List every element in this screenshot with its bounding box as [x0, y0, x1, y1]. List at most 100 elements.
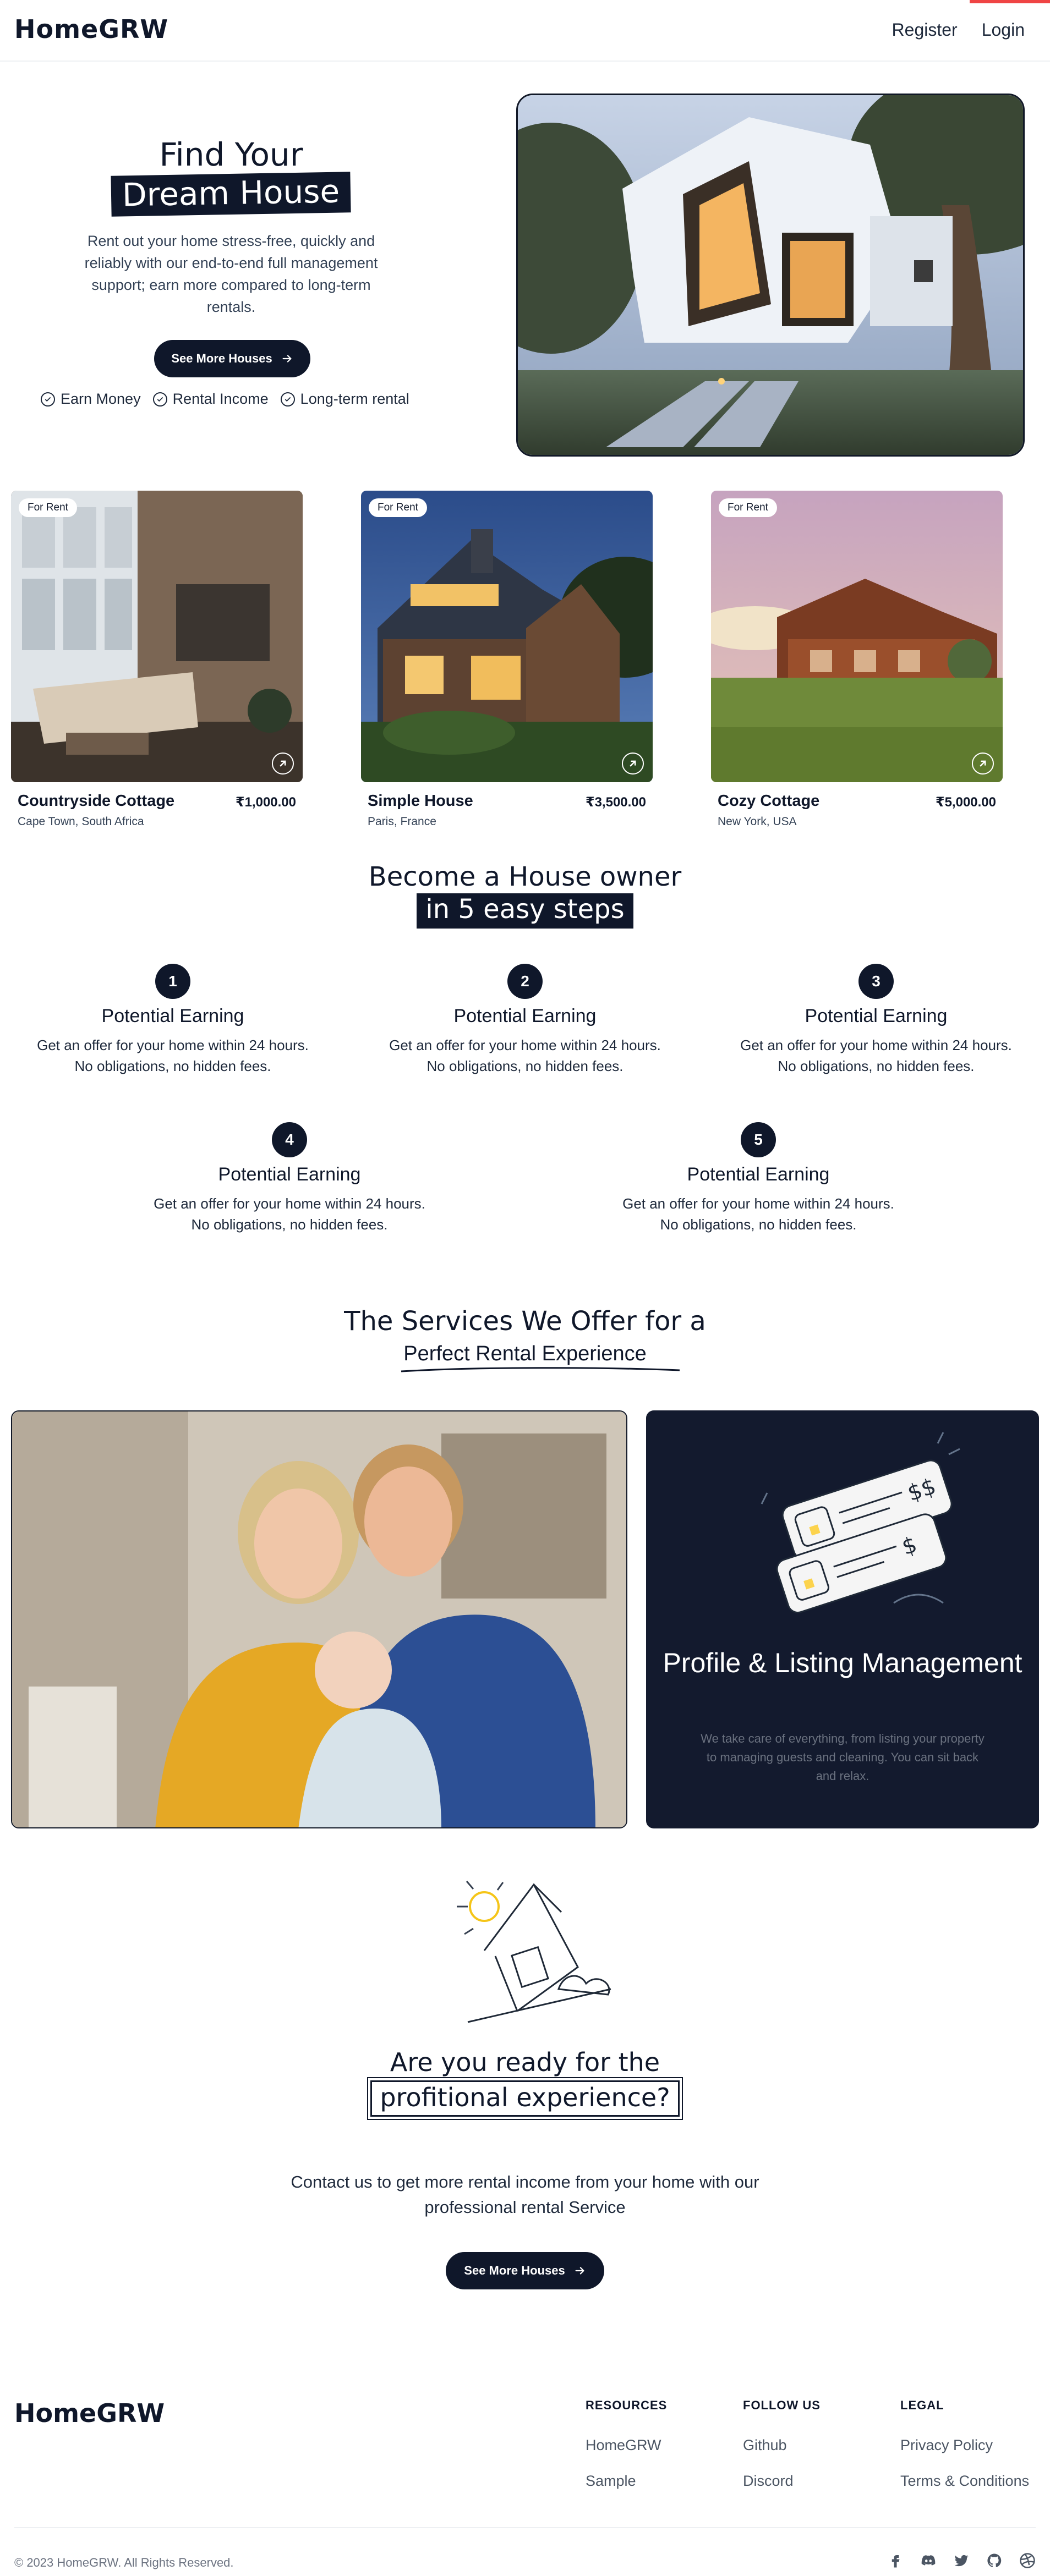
hero-house-image	[516, 94, 1025, 457]
step-number: 2	[507, 964, 543, 999]
property-name[interactable]: Countryside Cottage	[18, 792, 174, 810]
for-rent-badge: For Rent	[19, 498, 77, 517]
see-more-houses-label: See More Houses	[171, 351, 272, 365]
accent-strip	[970, 0, 1050, 3]
arrow-right-icon	[282, 355, 292, 362]
feature-item: Earn Money	[41, 391, 141, 408]
family-photo	[11, 1410, 627, 1828]
discord-icon[interactable]	[920, 2552, 937, 2569]
footer-column-resources: RESOURCES HomeGRW Sample	[586, 2398, 667, 2490]
step-title: Potential Earning	[687, 1164, 830, 1185]
feature-item: Long-term rental	[280, 391, 409, 408]
github-icon[interactable]	[986, 2552, 1003, 2569]
footer-logo[interactable]: HomeGRW	[14, 2398, 165, 2428]
step-number: 1	[155, 964, 190, 999]
property-price: ₹3,500.00	[585, 795, 646, 810]
property-image: For Rent	[711, 491, 1003, 782]
footer-link-sample[interactable]: Sample	[586, 2473, 667, 2490]
services-subtitle-text: Perfect Rental Experience	[403, 1342, 647, 1365]
services-subtitle: Perfect Rental Experience	[401, 1342, 680, 1372]
for-rent-badge: For Rent	[719, 498, 777, 517]
dribbble-icon[interactable]	[1019, 2552, 1036, 2569]
property-image: For Rent	[11, 491, 303, 782]
footer-heading: LEGAL	[900, 2398, 944, 2412]
footer-column-legal: LEGAL Privacy Policy Terms & Conditions	[900, 2398, 1029, 2490]
footer-link-discord[interactable]: Discord	[743, 2473, 821, 2490]
feature-item: Rental Income	[152, 391, 269, 408]
arrow-up-right-icon[interactable]	[622, 753, 644, 775]
property-name[interactable]: Simple House	[368, 792, 473, 810]
step-item: 4 Potential Earning Get an offer for you…	[146, 1122, 433, 1235]
services-title: The Services We Offer for a	[344, 1306, 706, 1337]
step-item: 5 Potential Earning Get an offer for you…	[615, 1122, 901, 1235]
services-heading: The Services We Offer for a Perfect Rent…	[0, 1305, 1050, 1372]
check-circle-icon	[152, 392, 167, 407]
feature-label: Rental Income	[172, 391, 269, 407]
step-number: 5	[741, 1122, 776, 1157]
footer-link-terms[interactable]: Terms & Conditions	[900, 2473, 1029, 2490]
property-card[interactable]: For Rent Countryside Cottage ₹1,000.00 C…	[11, 491, 303, 828]
cta-see-more-houses-button[interactable]: See More Houses	[446, 2252, 604, 2289]
service-card-title: Profile & Listing Management	[663, 1647, 1022, 1678]
footer-divider	[14, 2527, 1036, 2528]
step-item: 1 Potential Earning Get an offer for you…	[30, 964, 316, 1076]
step-item: 3 Potential Earning Get an offer for you…	[733, 964, 1019, 1076]
footer-link-privacy-policy[interactable]: Privacy Policy	[900, 2437, 1029, 2454]
top-navbar: HomeGRW Register Login	[0, 0, 1050, 62]
steps-title-highlight: in 5 easy steps	[417, 893, 633, 929]
property-card[interactable]: For Rent Cozy Cottage ₹5,000.00 New York…	[711, 491, 1003, 828]
arrow-up-right-icon[interactable]	[272, 753, 294, 775]
property-name[interactable]: Cozy Cottage	[718, 792, 819, 810]
cta-button-label: See More Houses	[464, 2264, 565, 2277]
arrow-up-right-icon[interactable]	[972, 753, 994, 775]
site-logo[interactable]: HomeGRW	[14, 14, 168, 44]
copyright-text: © 2023 HomeGRW. All Rights Reserved.	[14, 2556, 234, 2569]
facebook-icon[interactable]	[887, 2552, 904, 2569]
footer-link-github[interactable]: Github	[743, 2437, 821, 2454]
step-description: Get an offer for your home within 24 hou…	[389, 1037, 661, 1074]
underline-swoosh	[401, 1367, 680, 1372]
see-more-houses-button[interactable]: See More Houses	[154, 340, 310, 377]
property-price: ₹5,000.00	[935, 795, 996, 810]
footer-heading: RESOURCES	[586, 2398, 668, 2412]
social-links	[887, 2552, 1036, 2569]
twitter-icon[interactable]	[953, 2552, 970, 2569]
step-description: Get an offer for your home within 24 hou…	[622, 1195, 894, 1233]
footer-link-homegrw[interactable]: HomeGRW	[586, 2437, 667, 2454]
cta-title-line1: Are you ready for the	[390, 2047, 660, 2077]
property-image: For Rent	[361, 491, 653, 782]
login-link[interactable]: Login	[982, 20, 1025, 40]
property-location: New York, USA	[718, 815, 797, 828]
top-nav: Register Login	[892, 20, 1025, 40]
property-location: Cape Town, South Africa	[18, 815, 144, 828]
property-card[interactable]: For Rent Simple House ₹3,500.00 Paris, F…	[361, 491, 653, 828]
step-number: 3	[858, 964, 894, 999]
step-title: Potential Earning	[453, 1006, 597, 1026]
step-item: 2 Potential Earning Get an offer for you…	[382, 964, 668, 1076]
steps-heading: Become a House owner in 5 easy steps	[0, 860, 1050, 929]
feature-label: Earn Money	[61, 391, 141, 407]
step-number: 4	[272, 1122, 307, 1157]
footer-heading: FOLLOW US	[743, 2398, 821, 2412]
property-location: Paris, France	[368, 815, 436, 828]
service-card: $$ $ Profile & Listing Management We tak…	[646, 1410, 1039, 1828]
hero-text: Find Your Dream House Rent out your home…	[22, 136, 440, 318]
step-title: Potential Earning	[101, 1006, 244, 1026]
footer-column-follow-us: FOLLOW US Github Discord	[743, 2398, 821, 2490]
step-title: Potential Earning	[805, 1006, 948, 1026]
step-description: Get an offer for your home within 24 hou…	[154, 1195, 425, 1233]
hero-title-highlight: Dream House	[111, 172, 352, 217]
cta-description: Contact us to get more rental income fro…	[291, 2172, 759, 2217]
step-description: Get an offer for your home within 24 hou…	[37, 1037, 309, 1074]
register-link[interactable]: Register	[892, 20, 958, 40]
service-card-description: We take care of everything, from listing…	[701, 1732, 985, 1783]
feature-label: Long-term rental	[300, 391, 409, 407]
listing-cards-illustration: $$ $	[761, 1432, 960, 1613]
check-circle-icon	[41, 392, 55, 407]
hero-title-line1: Find Your	[159, 136, 303, 173]
check-circle-icon	[280, 392, 295, 407]
cta-title-boxed: profitional experience?	[367, 2077, 683, 2120]
house-sketch-illustration	[457, 1881, 611, 2023]
cta-heading: Are you ready for the profitional experi…	[0, 2046, 1050, 2120]
hero-description: Rent out your home stress-free, quickly …	[84, 233, 378, 315]
